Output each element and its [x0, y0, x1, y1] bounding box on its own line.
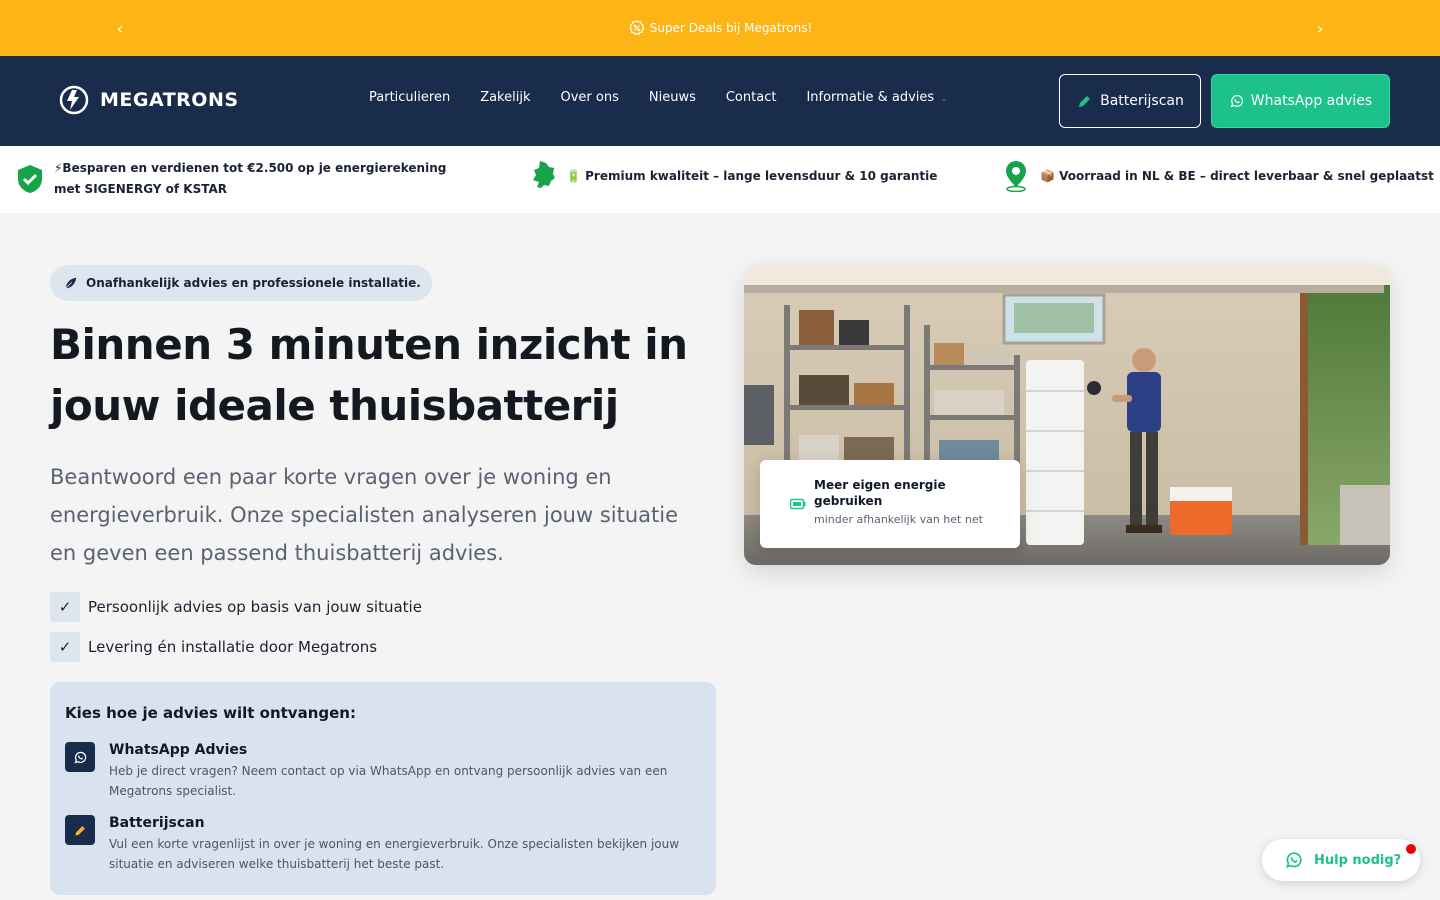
- checklist-item: ✓ Levering én installatie door Megatrons: [50, 632, 422, 662]
- netherlands-map-icon: [533, 161, 555, 188]
- checklist-item: ✓ Persoonlijk advies op basis van jouw s…: [50, 592, 422, 622]
- nav-contact[interactable]: Contact: [726, 90, 777, 105]
- usp-savings-text: ⚡Besparen en verdienen tot €2.500 op je …: [54, 161, 447, 196]
- nav-particulieren[interactable]: Particulieren: [369, 90, 450, 105]
- usp-stock: 📦 Voorraad in NL & BE – direct leverbaar…: [1002, 160, 1434, 192]
- shield-check-icon: [18, 165, 42, 193]
- logo-text: MEGATRONS: [100, 89, 239, 111]
- announcement-text: Super Deals bij Megatrons!: [649, 21, 813, 35]
- usp-quality-text: 🔋 Premium kwaliteit – lange levensduur &…: [566, 168, 938, 183]
- checkmark-icon: ✓: [50, 592, 80, 622]
- whatsapp-advice-button[interactable]: WhatsApp advies: [1211, 74, 1390, 128]
- nav-informatie-label: Informatie & advies: [806, 90, 935, 105]
- leaf-icon: [65, 277, 77, 289]
- hero-pill: Onafhankelijk advies en professionele in…: [50, 265, 432, 301]
- checkmark-icon: ✓: [50, 632, 80, 662]
- hero-checklist: ✓ Persoonlijk advies op basis van jouw s…: [50, 592, 422, 672]
- option-whatsapp-advies[interactable]: WhatsApp Advies Heb je direct vragen? Ne…: [65, 742, 701, 801]
- usp-strip: ⚡Besparen en verdienen tot €2.500 op je …: [0, 146, 1440, 213]
- whatsapp-icon: [1230, 94, 1243, 108]
- whatsapp-icon: [65, 742, 95, 772]
- advice-choice-title: Kies hoe je advies wilt ontvangen:: [65, 704, 356, 722]
- hero-title: Binnen 3 minuten inzicht in jouw ideale …: [50, 320, 688, 430]
- usp-savings: ⚡Besparen en verdienen tot €2.500 op je …: [16, 158, 476, 200]
- batterijscan-button[interactable]: Batterijscan: [1059, 74, 1201, 128]
- chevron-down-icon: ⌄: [940, 94, 948, 104]
- option-description: Vul een korte vragenlijst in over je won…: [109, 837, 680, 871]
- energy-card-title: Meer eigen energie gebruiken: [814, 478, 946, 508]
- usp-stock-text: 📦 Voorraad in NL & BE – direct leverbaar…: [1040, 168, 1434, 183]
- help-chat-widget[interactable]: Hulp nodig?: [1262, 839, 1420, 881]
- whatsapp-icon: [1286, 852, 1302, 868]
- nav-informatie-advies[interactable]: Informatie & advies ⌄: [806, 90, 947, 105]
- energy-info-card: Meer eigen energie gebruiken minder afha…: [760, 460, 1020, 548]
- energy-card-subtitle: minder afhankelijk van het net: [814, 513, 983, 526]
- chevron-left-icon[interactable]: ‹: [108, 16, 132, 40]
- discount-badge-icon: [629, 20, 645, 35]
- checklist-label: Levering én installatie door Megatrons: [88, 638, 378, 656]
- location-pin-icon: [1006, 161, 1026, 192]
- nav-nieuws[interactable]: Nieuws: [649, 90, 696, 105]
- pencil-icon: [1079, 95, 1091, 107]
- option-title: Batterijscan: [109, 815, 205, 831]
- site-header: MEGATRONS Particulieren Zakelijk Over on…: [0, 56, 1440, 146]
- batterijscan-label: Batterijscan: [1100, 93, 1184, 109]
- main-nav: Particulieren Zakelijk Over ons Nieuws C…: [369, 90, 948, 105]
- option-description: Heb je direct vragen? Neem contact op vi…: [109, 764, 668, 798]
- hero-pill-text: Onafhankelijk advies en professionele in…: [86, 276, 421, 290]
- notification-dot: [1406, 844, 1416, 854]
- nav-over-ons[interactable]: Over ons: [561, 90, 619, 105]
- checklist-label: Persoonlijk advies op basis van jouw sit…: [88, 598, 422, 616]
- chevron-right-icon[interactable]: ›: [1308, 16, 1332, 40]
- option-batterijscan[interactable]: Batterijscan Vul een korte vragenlijst i…: [65, 815, 701, 874]
- help-label: Hulp nodig?: [1314, 852, 1402, 868]
- nav-zakelijk[interactable]: Zakelijk: [480, 90, 530, 105]
- advice-choice-panel: Kies hoe je advies wilt ontvangen: Whats…: [50, 682, 716, 895]
- battery-icon: [790, 498, 806, 510]
- announcement-message[interactable]: Super Deals bij Megatrons!: [628, 19, 813, 37]
- logo[interactable]: MEGATRONS: [58, 84, 239, 116]
- hero-lead: Beantwoord een paar korte vragen over je…: [50, 465, 679, 565]
- option-title: WhatsApp Advies: [109, 742, 248, 758]
- logo-bolt-icon: [59, 85, 89, 115]
- usp-quality: 🔋 Premium kwaliteit – lange levensduur &…: [528, 160, 937, 192]
- announcement-bar: ‹ Super Deals bij Megatrons! ›: [0, 0, 1440, 56]
- pencil-icon: [65, 815, 95, 845]
- whatsapp-advice-label: WhatsApp advies: [1250, 93, 1373, 109]
